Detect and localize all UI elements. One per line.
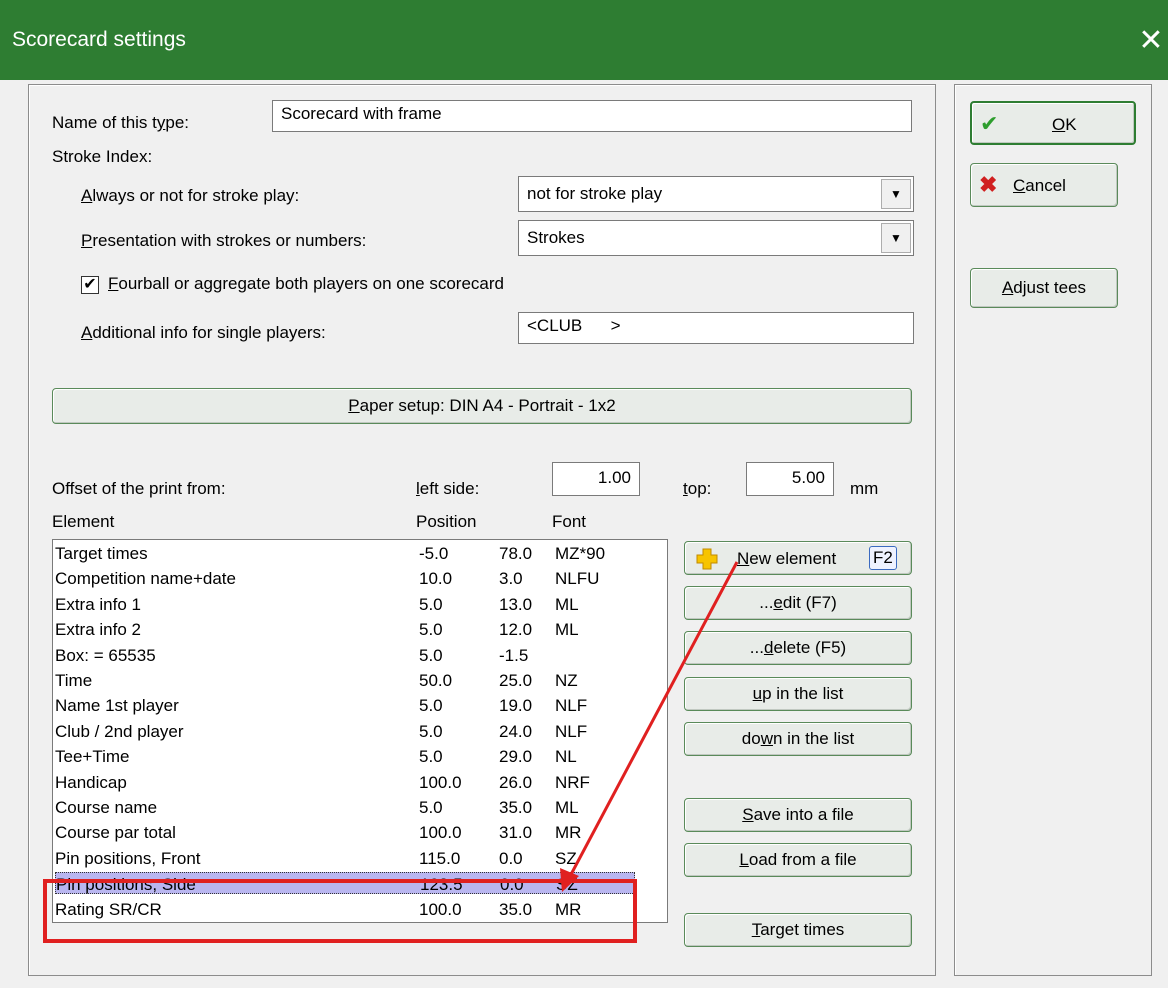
annotation-overlay (43, 561, 739, 943)
annotation-highlight-box (43, 879, 637, 943)
annotation-arrow-line (565, 561, 739, 883)
